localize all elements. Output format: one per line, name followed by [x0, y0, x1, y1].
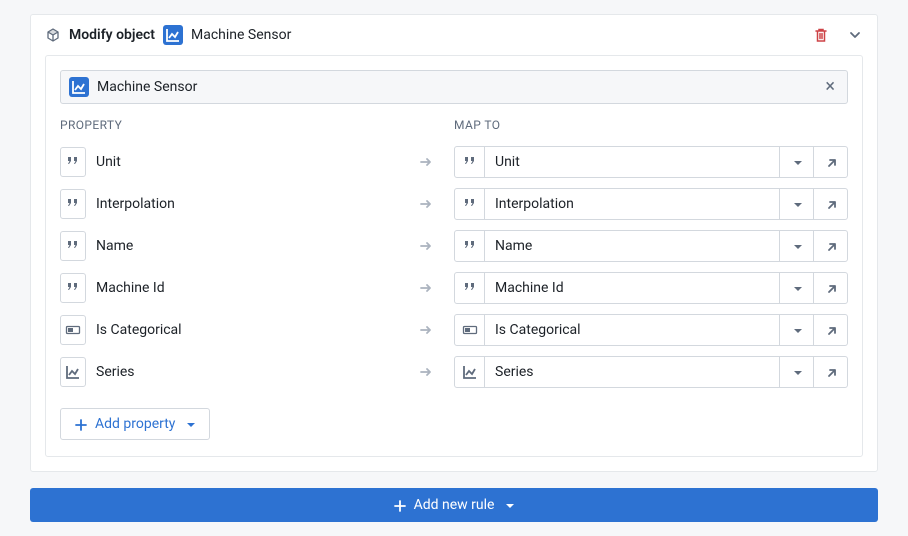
property-row: Machine Id	[60, 272, 454, 304]
map-to-dropdown-button[interactable]	[779, 147, 813, 177]
chart-type-icon	[455, 357, 485, 387]
boolean-type-icon	[60, 315, 86, 345]
add-new-rule-label: Add new rule	[414, 497, 495, 513]
map-to-row: Series	[454, 356, 848, 388]
map-to-row: Unit	[454, 146, 848, 178]
string-type-icon	[60, 147, 86, 177]
modify-object-card: Modify object Machine Sensor	[30, 14, 878, 472]
string-type-icon	[455, 189, 485, 219]
open-link-button[interactable]	[813, 357, 847, 387]
map-to-column: MAP TO Unit Interpolation Name Machine Id Is…	[454, 118, 848, 398]
arrow-right-icon	[398, 322, 454, 338]
arrow-right-icon	[398, 196, 454, 212]
string-type-icon	[60, 189, 86, 219]
map-to-label[interactable]: Interpolation	[485, 189, 779, 219]
map-to-dropdown-button[interactable]	[779, 357, 813, 387]
add-property-button[interactable]: Add property	[60, 408, 210, 440]
map-to-cell: Interpolation	[454, 188, 848, 220]
card-title-group: Modify object Machine Sensor	[45, 25, 805, 45]
delete-button[interactable]	[813, 27, 829, 43]
arrow-right-icon	[398, 280, 454, 296]
mapping-columns: PROPERTY Unit Interpolation Name Machine Id…	[60, 118, 848, 398]
map-to-label[interactable]: Name	[485, 231, 779, 261]
map-to-label[interactable]: Machine Id	[485, 273, 779, 303]
map-to-dropdown-button[interactable]	[779, 231, 813, 261]
property-label: Series	[96, 364, 398, 380]
string-type-icon	[455, 273, 485, 303]
open-link-button[interactable]	[813, 273, 847, 303]
map-to-cell: Machine Id	[454, 272, 848, 304]
property-label: Name	[96, 238, 398, 254]
map-to-dropdown-button[interactable]	[779, 189, 813, 219]
map-to-label[interactable]: Unit	[485, 147, 779, 177]
object-selector-label: Machine Sensor	[97, 79, 813, 95]
map-to-cell: Is Categorical	[454, 314, 848, 346]
plus-icon	[73, 417, 87, 431]
property-row: Name	[60, 230, 454, 262]
map-to-row: Name	[454, 230, 848, 262]
property-label: Interpolation	[96, 196, 398, 212]
chart-type-icon	[60, 357, 86, 387]
property-row: Unit	[60, 146, 454, 178]
open-link-button[interactable]	[813, 231, 847, 261]
map-to-cell: Name	[454, 230, 848, 262]
map-to-row: Is Categorical	[454, 314, 848, 346]
card-header: Modify object Machine Sensor	[31, 15, 877, 55]
map-to-label[interactable]: Series	[485, 357, 779, 387]
collapse-toggle[interactable]	[847, 27, 863, 43]
map-to-label[interactable]: Is Categorical	[485, 315, 779, 345]
clear-object-button[interactable]: ×	[821, 78, 839, 96]
card-body: Machine Sensor × PROPERTY Unit Interpolat…	[45, 55, 863, 457]
object-name: Machine Sensor	[191, 27, 291, 43]
property-row: Interpolation	[60, 188, 454, 220]
arrow-right-icon	[398, 154, 454, 170]
arrow-right-icon	[398, 364, 454, 380]
caret-down-icon	[502, 498, 516, 512]
open-link-button[interactable]	[813, 189, 847, 219]
map-to-row: Interpolation	[454, 188, 848, 220]
property-label: Machine Id	[96, 280, 398, 296]
map-to-dropdown-button[interactable]	[779, 273, 813, 303]
property-label: Is Categorical	[96, 322, 398, 338]
map-to-dropdown-button[interactable]	[779, 315, 813, 345]
plus-icon	[392, 498, 406, 512]
arrow-right-icon	[398, 238, 454, 254]
map-to-cell: Series	[454, 356, 848, 388]
boolean-type-icon	[455, 315, 485, 345]
open-link-button[interactable]	[813, 315, 847, 345]
property-row: Is Categorical	[60, 314, 454, 346]
property-row: Series	[60, 356, 454, 388]
open-link-button[interactable]	[813, 147, 847, 177]
string-type-icon	[60, 273, 86, 303]
map-to-row: Machine Id	[454, 272, 848, 304]
add-property-label: Add property	[95, 416, 175, 432]
chart-icon	[163, 25, 183, 45]
map-to-column-header: MAP TO	[454, 118, 848, 132]
string-type-icon	[455, 231, 485, 261]
caret-down-icon	[183, 417, 197, 431]
object-selector[interactable]: Machine Sensor ×	[60, 70, 848, 104]
cube-icon	[45, 27, 61, 43]
string-type-icon	[60, 231, 86, 261]
map-to-cell: Unit	[454, 146, 848, 178]
property-column: PROPERTY Unit Interpolation Name Machine Id…	[60, 118, 454, 398]
string-type-icon	[455, 147, 485, 177]
property-label: Unit	[96, 154, 398, 170]
property-column-header: PROPERTY	[60, 118, 454, 132]
chart-icon	[69, 77, 89, 97]
add-new-rule-button[interactable]: Add new rule	[30, 488, 878, 522]
action-title: Modify object	[69, 27, 155, 43]
